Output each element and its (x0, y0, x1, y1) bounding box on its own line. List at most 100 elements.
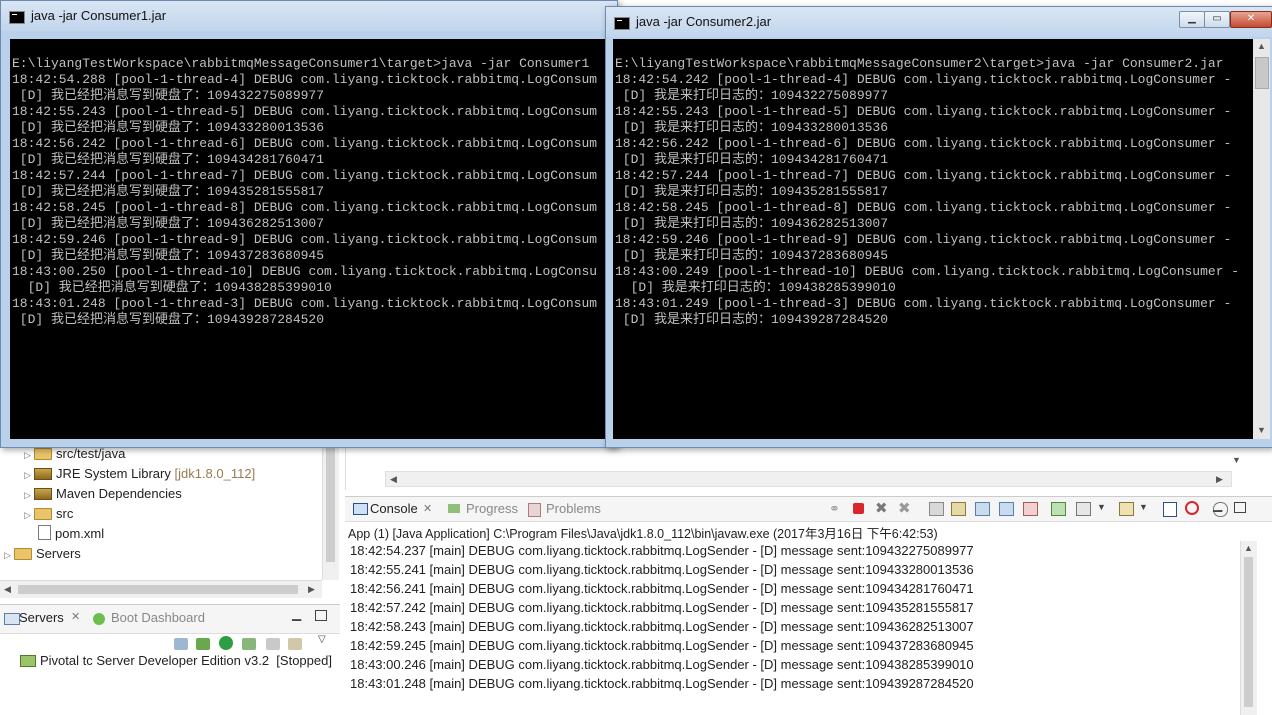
library-icon (34, 488, 52, 500)
view-menu-icon[interactable]: ▽ (318, 634, 326, 645)
remove-all-icon[interactable]: ✖ (898, 499, 911, 517)
tree-item-jre-library[interactable]: ▷ JRE System Library [jdk1.8.0_112] (24, 464, 255, 484)
scroll-down-icon[interactable]: ▼ (1257, 425, 1266, 435)
console-line: 18:42:57.242 [main] DEBUG com.liyang.tic… (350, 600, 974, 615)
new-server-icon[interactable] (174, 638, 188, 650)
window-titlebar[interactable]: java -jar Consumer2.jar ▁ ▭ ✕ (606, 7, 1272, 37)
scroll-thumb[interactable] (1244, 557, 1253, 707)
start-server-icon[interactable] (219, 636, 233, 650)
tab-problems[interactable]: Problems (546, 501, 601, 516)
console-line: 18:42:56.241 [main] DEBUG com.liyang.tic… (350, 581, 974, 596)
terminal-line: 18:42:57.244 [pool-1-thread-7] DEBUG com… (615, 168, 1232, 183)
expand-arrow-icon[interactable]: ▷ (24, 445, 34, 465)
tree-item-servers[interactable]: ▷ Servers (4, 544, 81, 564)
maximize-icon[interactable] (315, 610, 327, 621)
scroll-lock-icon[interactable] (951, 502, 966, 516)
display-console-icon[interactable] (1076, 502, 1091, 516)
terminal-line: 18:42:58.245 [pool-1-thread-8] DEBUG com… (615, 200, 1232, 215)
stop-record-icon[interactable] (1185, 501, 1199, 515)
window-title: java -jar Consumer1.jar (31, 8, 167, 23)
scroll-up-icon[interactable]: ▲ (1244, 543, 1253, 553)
copy-icon[interactable] (1163, 502, 1177, 517)
terminal-screen[interactable]: E:\liyangTestWorkspace\rabbitmqMessageCo… (613, 39, 1253, 439)
debug-server-icon[interactable] (196, 638, 210, 650)
scroll-left-icon[interactable]: ◀ (390, 474, 397, 485)
show-stdout-icon[interactable] (999, 502, 1014, 516)
maximize-icon[interactable] (1234, 502, 1246, 513)
editor-horizontal-scrollbar[interactable]: ◀ ▶ (385, 471, 1232, 487)
tree-item-maven-dependencies[interactable]: ▷ Maven Dependencies (24, 484, 182, 504)
remove-launch-icon[interactable]: ✖ (875, 499, 888, 517)
library-icon (34, 468, 52, 480)
console-line: 18:43:01.248 [main] DEBUG com.liyang.tic… (350, 676, 974, 691)
scroll-thumb[interactable] (326, 444, 335, 562)
window-titlebar[interactable]: java -jar Consumer1.jar (1, 1, 617, 31)
cmd-icon (9, 11, 25, 24)
expand-arrow-icon[interactable]: ▷ (24, 485, 34, 505)
terminal-line: 18:43:01.248 [pool-1-thread-3] DEBUG com… (12, 296, 598, 311)
terminal-line: 18:42:54.288 [pool-1-thread-4] DEBUG com… (12, 72, 598, 87)
scroll-right-icon[interactable]: ▶ (1216, 474, 1223, 485)
terminal-line: 18:42:56.242 [pool-1-thread-6] DEBUG com… (12, 136, 598, 151)
scroll-left-icon[interactable]: ◀ (4, 584, 11, 595)
cmd-window-consumer1[interactable]: java -jar Consumer1.jar E:\liyangTestWor… (0, 0, 618, 448)
dropdown-arrow-icon[interactable]: ▼ (1097, 502, 1106, 512)
maximize-button[interactable]: ▭ (1204, 11, 1230, 28)
console-line: 18:43:00.246 [main] DEBUG com.liyang.tic… (350, 657, 974, 672)
pin-console-icon[interactable] (1051, 502, 1066, 516)
tree-horizontal-scrollbar[interactable]: ◀ ▶ (0, 580, 322, 598)
tab-console[interactable]: Console (370, 501, 418, 516)
scroll-thumb[interactable] (18, 585, 298, 594)
profile-server-icon[interactable] (242, 638, 256, 650)
publish-icon[interactable] (288, 638, 302, 650)
minimize-icon[interactable]: ▁ (1213, 498, 1222, 512)
tree-vertical-scrollbar[interactable] (322, 440, 339, 580)
minimize-icon[interactable]: ▁ (292, 607, 301, 621)
scroll-down-icon[interactable]: ▼ (1232, 455, 1241, 465)
open-console-icon[interactable] (1119, 502, 1134, 516)
tab-boot-dashboard[interactable]: Boot Dashboard (111, 610, 205, 625)
terminal-line: E:\liyangTestWorkspace\rabbitmqMessageCo… (12, 56, 590, 71)
close-tab-icon[interactable]: ✕ (71, 610, 80, 623)
scroll-right-icon[interactable]: ▶ (308, 584, 315, 595)
clear-console-icon[interactable] (929, 502, 944, 516)
terminal-line: 18:42:59.246 [pool-1-thread-9] DEBUG com… (615, 232, 1232, 247)
terminal-scrollbar[interactable]: ▲ ▼ (1253, 39, 1270, 439)
scroll-up-icon[interactable]: ▲ (1257, 41, 1266, 51)
tree-item-src[interactable]: ▷ src (24, 504, 73, 524)
console-line: 18:42:59.245 [main] DEBUG com.liyang.tic… (350, 638, 974, 653)
terminal-line: 18:43:01.249 [pool-1-thread-3] DEBUG com… (615, 296, 1232, 311)
expand-arrow-icon[interactable]: ▷ (4, 545, 14, 565)
word-wrap-icon[interactable] (975, 502, 990, 516)
console-output[interactable]: 18:42:54.237 [main] DEBUG com.liyang.tic… (345, 541, 1245, 715)
show-stderr-icon[interactable] (1023, 502, 1038, 516)
terminal-line: [D] 我是来打印日志的：109434281760471 (615, 152, 889, 167)
terminal-line: 18:43:00.249 [pool-1-thread-10] DEBUG co… (615, 264, 1240, 279)
tab-servers[interactable]: Servers (19, 610, 64, 625)
minimize-button[interactable]: ▁ (1179, 11, 1205, 28)
terminal-line: 18:42:59.246 [pool-1-thread-9] DEBUG com… (12, 232, 598, 247)
cmd-icon (614, 17, 630, 30)
server-entry[interactable]: Pivotal tc Server Developer Edition v3.2… (20, 653, 332, 668)
link-icon[interactable]: ⚭ (829, 501, 840, 517)
terminate-icon[interactable] (853, 503, 864, 514)
scroll-thumb[interactable] (1255, 57, 1269, 89)
terminal-screen[interactable]: E:\liyangTestWorkspace\rabbitmqMessageCo… (10, 39, 608, 439)
folder-icon (34, 508, 52, 520)
terminal-line: 18:42:55.243 [pool-1-thread-5] DEBUG com… (615, 104, 1232, 119)
console-vertical-scrollbar[interactable]: ▲ (1240, 541, 1257, 715)
terminal-output: E:\liyangTestWorkspace\rabbitmqMessageCo… (615, 56, 1239, 328)
tab-progress[interactable]: Progress (466, 501, 518, 516)
terminal-line: 18:42:58.245 [pool-1-thread-8] DEBUG com… (12, 200, 598, 215)
tree-item-pom-xml[interactable]: pom.xml (38, 524, 104, 544)
console-icon (353, 503, 368, 515)
close-button[interactable]: ✕ (1230, 11, 1272, 28)
expand-arrow-icon[interactable]: ▷ (24, 505, 34, 525)
cmd-window-consumer2[interactable]: java -jar Consumer2.jar ▁ ▭ ✕ E:\liyangT… (605, 6, 1272, 448)
terminal-line: E:\liyangTestWorkspace\rabbitmqMessageCo… (615, 56, 1224, 71)
close-tab-icon[interactable]: ✕ (423, 502, 432, 515)
stop-server-icon[interactable] (266, 638, 280, 650)
dropdown-arrow-icon[interactable]: ▼ (1139, 502, 1148, 512)
expand-arrow-icon[interactable]: ▷ (24, 465, 34, 485)
tc-server-icon (20, 655, 36, 667)
